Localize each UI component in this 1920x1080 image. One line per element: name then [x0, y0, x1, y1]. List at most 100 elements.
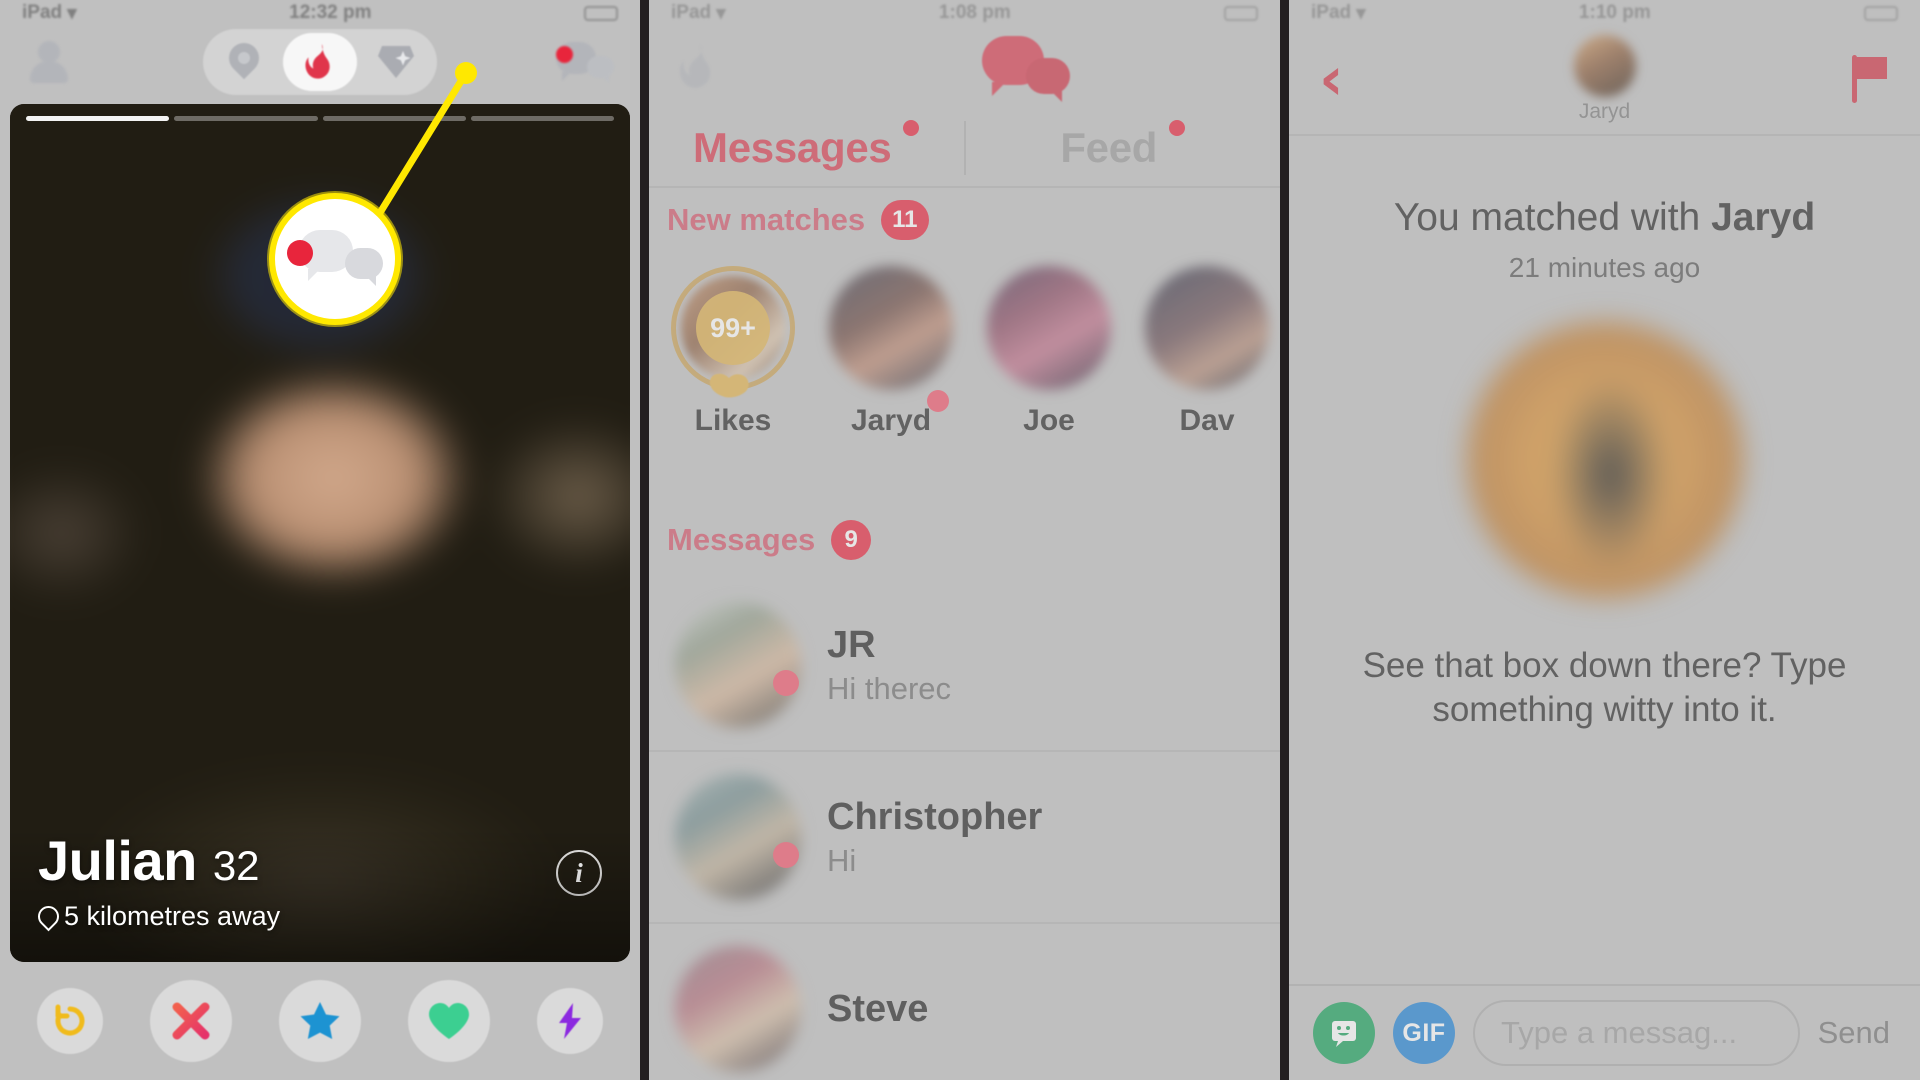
top-picks-tab[interactable]	[359, 33, 433, 91]
battery-icon	[1223, 5, 1258, 21]
likes-count-badge: 99+	[696, 291, 770, 365]
flame-icon	[305, 43, 330, 79]
match-intro: You matched with Jaryd 21 minutes ago Se…	[1289, 140, 1920, 984]
match-name: Joe	[1023, 404, 1075, 437]
progress-segment[interactable]	[470, 116, 614, 121]
photo-progress-bars[interactable]	[26, 116, 614, 121]
unread-badge-dot	[773, 670, 799, 696]
like-button[interactable]	[407, 980, 490, 1062]
rewind-icon	[55, 1004, 85, 1036]
avatar	[675, 946, 801, 1072]
new-matches-carousel[interactable]: 99+ Likes Jaryd Joe Dav	[649, 240, 1280, 438]
gif-button[interactable]: GIF	[1393, 1002, 1455, 1064]
match-avatar-large[interactable]	[1466, 322, 1743, 598]
matched-prefix: You matched with	[1393, 196, 1712, 239]
mode-segmented-control[interactable]	[203, 29, 437, 95]
tab-feed-dot	[1169, 120, 1186, 136]
tab-feed[interactable]: Feed	[966, 110, 1281, 186]
status-time: 12:32 pm	[289, 2, 372, 23]
match-name: Dav	[1179, 404, 1235, 437]
likes-ring: 99+	[671, 266, 795, 398]
match-item[interactable]: Joe	[987, 266, 1111, 438]
unread-badge-dot	[556, 46, 573, 63]
matched-name: Jaryd	[1711, 196, 1816, 239]
location-pin-icon	[38, 906, 55, 928]
rewind-button[interactable]	[37, 988, 104, 1054]
matched-timestamp: 21 minutes ago	[1508, 252, 1701, 283]
new-matches-title: New matches	[667, 202, 866, 237]
profile-name: Julian	[38, 829, 197, 892]
match-item[interactable]: Jaryd	[829, 266, 953, 438]
tab-messages-dot	[903, 120, 920, 136]
sticker-smiley-icon[interactable]	[1313, 1002, 1375, 1064]
conversation-name: Steve	[827, 987, 929, 1030]
compose-hint: See that box down there? Type something …	[1362, 646, 1847, 729]
progress-segment[interactable]	[26, 116, 170, 121]
progress-segment[interactable]	[174, 116, 318, 121]
superlike-button[interactable]	[278, 980, 361, 1062]
status-bar: iPad ▾ 12:32 pm	[0, 0, 640, 26]
messages-title: Messages	[667, 522, 816, 557]
panel-messages-list: iPad ▾ 1:08 pm Messages Feed New matches…	[640, 0, 1280, 1080]
chat-header-profile[interactable]: Jaryd	[1573, 34, 1636, 124]
wifi-icon: ▾	[67, 2, 77, 24]
person-icon[interactable]	[26, 39, 72, 85]
status-bar: iPad ▾ 1:10 pm	[1289, 0, 1920, 26]
messages-header	[649, 24, 1280, 110]
status-time: 1:08 pm	[938, 2, 1011, 23]
chat-header: ‹ Jaryd	[1289, 24, 1920, 136]
x-icon	[172, 1002, 210, 1040]
battery-icon	[1863, 5, 1898, 21]
message-input[interactable]: Type a messag...	[1473, 1000, 1800, 1066]
three-panel-tutorial-composite: iPad ▾ 12:32 pm Julian 32 5 kilometres a…	[0, 0, 1920, 1080]
tab-messages[interactable]: Messages	[649, 110, 964, 186]
new-matches-section: New matches 11 99+ Likes Jaryd Joe Dav	[649, 200, 1280, 438]
matched-headline: You matched with Jaryd	[1394, 196, 1815, 240]
send-button[interactable]: Send	[1818, 1015, 1896, 1051]
unread-badge-dot	[927, 390, 949, 412]
chat-header-name: Jaryd	[1578, 99, 1631, 123]
boost-button[interactable]	[536, 988, 603, 1054]
carrier-label: iPad	[1311, 2, 1352, 23]
battery-icon	[583, 5, 618, 21]
messages-section-header: Messages 9	[649, 520, 1280, 560]
carrier-label: iPad	[22, 2, 63, 23]
list-item[interactable]: JR Hi therec	[649, 580, 1280, 752]
panel-match-chat: iPad ▾ 1:10 pm ‹ Jaryd You matched with …	[1280, 0, 1920, 1080]
match-name: Likes	[694, 404, 772, 437]
conversation-preview: Hi	[827, 842, 857, 878]
lightning-bolt-icon	[558, 1003, 581, 1039]
status-time: 1:10 pm	[1578, 2, 1651, 23]
conversation-list[interactable]: JR Hi therec Christopher Hi Steve	[649, 580, 1280, 1080]
star-icon	[300, 1002, 340, 1039]
flame-icon[interactable]	[679, 43, 717, 91]
progress-segment[interactable]	[322, 116, 466, 121]
carrier-label: iPad	[671, 2, 712, 23]
messages-icon-button[interactable]	[556, 40, 614, 84]
messages-count-badge: 9	[831, 520, 872, 560]
compose-bar: GIF Type a messag... Send	[1289, 984, 1920, 1080]
explore-tab[interactable]	[207, 33, 281, 91]
discover-tab[interactable]	[283, 33, 357, 91]
new-matches-header: New matches 11	[649, 200, 1280, 240]
chat-bubbles-icon[interactable]	[982, 36, 1070, 102]
panel-discover: iPad ▾ 12:32 pm Julian 32 5 kilometres a…	[0, 0, 640, 1080]
gem-icon	[378, 46, 414, 78]
location-pin-icon	[229, 43, 259, 81]
list-item[interactable]: Christopher Hi	[649, 752, 1280, 924]
profile-age: 32	[212, 842, 260, 889]
wifi-icon: ▾	[1356, 2, 1366, 24]
new-matches-count-badge: 11	[881, 200, 929, 240]
gold-hand-icon	[709, 373, 749, 398]
heart-icon	[428, 1003, 469, 1039]
nope-button[interactable]	[150, 980, 233, 1062]
list-item[interactable]: Steve	[649, 924, 1280, 1080]
back-chevron-icon[interactable]: ‹	[1319, 49, 1344, 109]
unread-badge-dot	[287, 240, 313, 266]
match-item-likes[interactable]: 99+ Likes	[671, 266, 795, 438]
flag-icon[interactable]	[1852, 55, 1890, 103]
discover-nav-bar	[0, 24, 640, 100]
tab-feed-label: Feed	[1060, 124, 1158, 171]
match-item[interactable]: Dav	[1145, 266, 1269, 438]
unread-badge-dot	[773, 842, 799, 868]
